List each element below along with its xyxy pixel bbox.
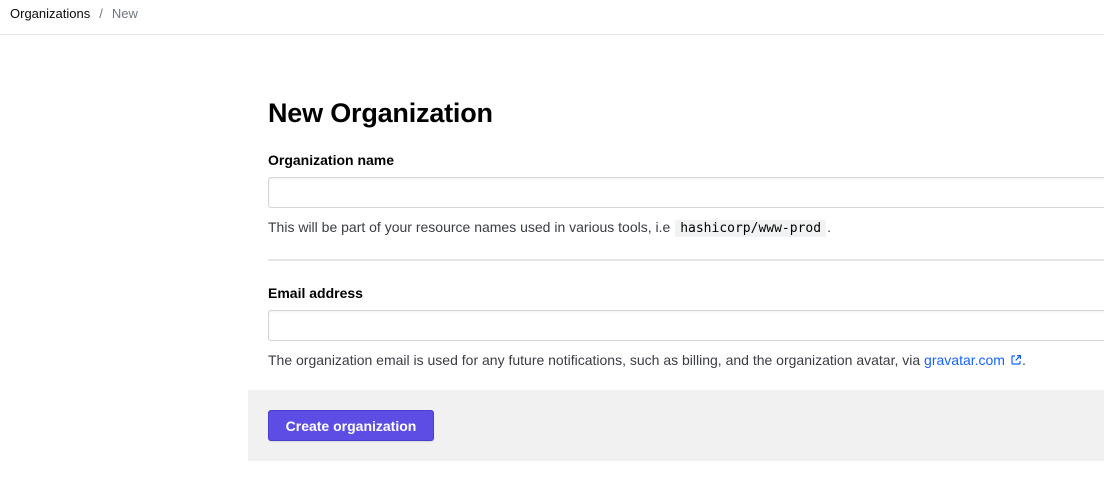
example-resource-name-code: hashicorp/www-prod [675,220,827,237]
organization-name-help-suffix: . [827,219,831,235]
email-address-label: Email address [268,285,363,301]
gravatar-link[interactable]: gravatar.com [924,352,1022,368]
external-link-icon [1011,355,1021,365]
organization-name-help-text: This will be part of your resource names… [268,219,671,235]
email-address-help-text: The organization email is used for any f… [268,352,921,368]
section-divider [268,259,1104,261]
create-organization-button[interactable]: Create organization [268,410,434,441]
page-title: New Organization [268,98,493,128]
breadcrumb-bar: Organizations / New [0,0,1104,35]
email-address-help: The organization email is used for any f… [268,350,1026,370]
email-address-input[interactable] [268,310,1104,341]
organization-name-input[interactable] [268,177,1104,208]
breadcrumb-separator: / [99,6,103,21]
breadcrumb-organizations-link[interactable]: Organizations [10,6,90,22]
organization-name-label: Organization name [268,152,395,168]
organization-name-help: This will be part of your resource names… [268,217,831,239]
email-address-help-suffix: . [1021,352,1026,368]
gravatar-link-label: gravatar.com [924,352,1005,368]
breadcrumb: Organizations / New [10,6,138,22]
breadcrumb-current: New [111,6,138,21]
